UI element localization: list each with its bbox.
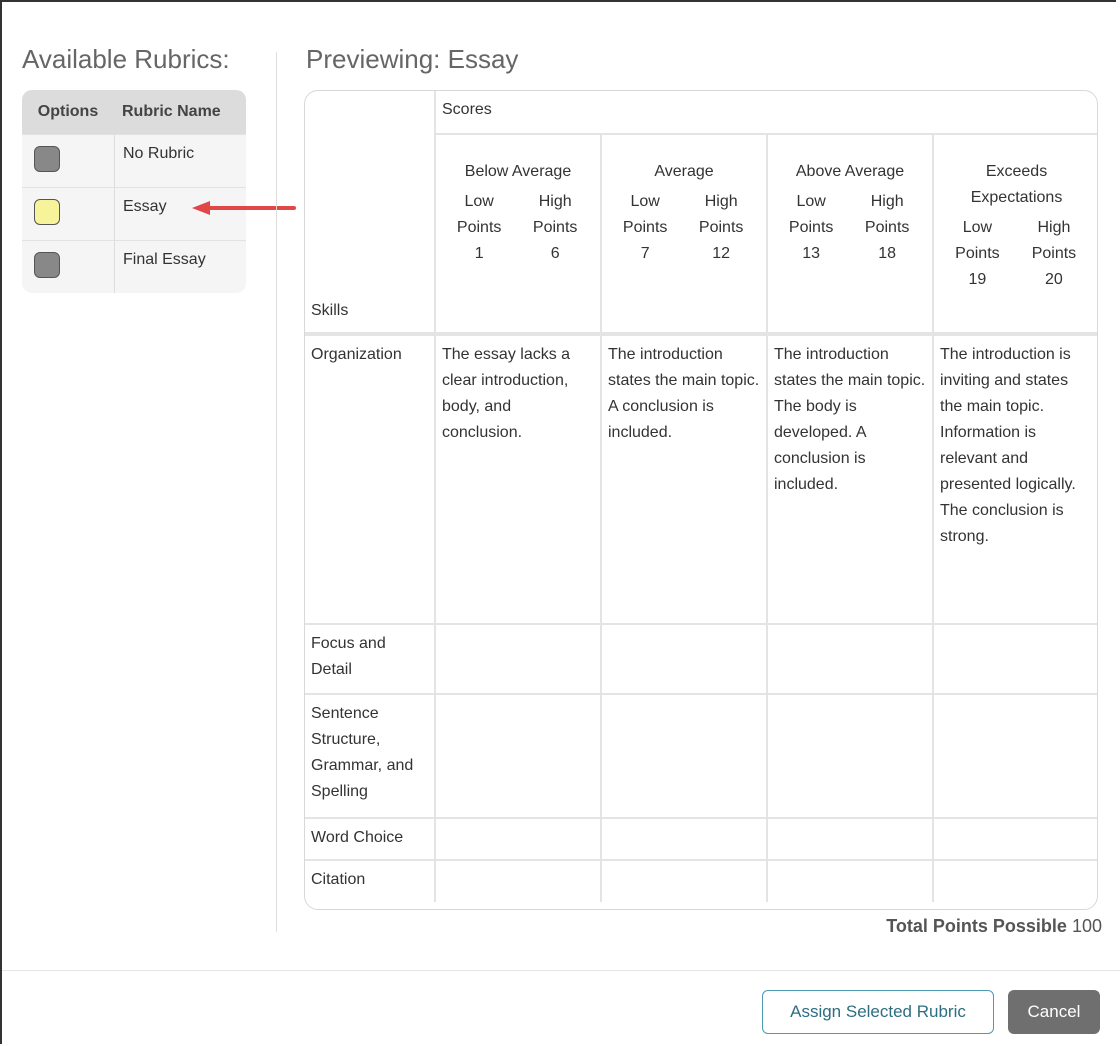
total-points-possible: Total Points Possible 100 [886, 916, 1102, 937]
level-header-below-average: Below Average Low Points 1 High Points 6 [435, 134, 602, 336]
skill-description [435, 694, 602, 819]
rubric-option-cell [22, 241, 115, 293]
skill-description [933, 860, 1097, 902]
skill-description [435, 624, 602, 695]
skill-description [933, 818, 1097, 861]
rubric-row-final-essay[interactable]: Final Essay [22, 240, 246, 293]
available-rubrics-panel: Available Rubrics: Options Rubric Name N… [22, 44, 248, 293]
panel-divider [276, 52, 277, 932]
total-points-value: 100 [1071, 916, 1102, 936]
skill-description [767, 694, 934, 819]
skill-description [767, 860, 934, 902]
assign-selected-rubric-button[interactable]: Assign Selected Rubric [762, 990, 994, 1034]
total-points-label: Total Points Possible [886, 916, 1067, 936]
level-name: Below Average [464, 163, 572, 180]
skill-description [601, 624, 768, 695]
rubric-select-swatch[interactable] [34, 146, 60, 172]
rubric-list: Options Rubric Name No Rubric Essay Fina… [22, 90, 246, 293]
options-column-header: Options [37, 103, 99, 120]
low-points: Low Points 7 [622, 193, 668, 262]
available-rubrics-title: Available Rubrics: [22, 44, 230, 74]
rubric-list-header: Options Rubric Name [22, 90, 246, 134]
rubric-select-swatch[interactable] [34, 199, 60, 225]
skill-name: Focus and Detail [305, 624, 436, 695]
cancel-button[interactable]: Cancel [1008, 990, 1100, 1034]
rubric-name[interactable]: Final Essay [115, 241, 246, 293]
rubric-option-cell [22, 135, 115, 187]
skill-description [601, 694, 768, 819]
skill-name: Organization [305, 334, 436, 625]
skill-description [767, 624, 934, 695]
red-arrow-icon [192, 201, 296, 215]
footer-divider [2, 970, 1120, 971]
level-name: Average [654, 163, 714, 180]
level-name: Exceeds Expectations [970, 163, 1063, 206]
low-points: Low Points 1 [456, 193, 502, 262]
skill-name: Citation [305, 860, 436, 902]
skill-description: The introduction states the main topic. … [767, 334, 934, 625]
skill-description [435, 818, 602, 861]
rubric-name[interactable]: No Rubric [115, 135, 246, 187]
low-points: Low Points 19 [955, 219, 1000, 288]
level-header-above-average: Above Average Low Points 13 High Points 18 [767, 134, 934, 336]
high-points: High Points 18 [864, 193, 910, 262]
rubric-option-cell [22, 188, 115, 240]
skill-description [601, 818, 768, 861]
level-header-exceeds-expectations: Exceeds Expectations Low Points 19 High P… [933, 134, 1097, 336]
rubric-name-column-header: Rubric Name [122, 103, 221, 120]
low-points: Low Points 13 [788, 193, 834, 262]
skill-description: The introduction states the main topic. … [601, 334, 768, 625]
high-points: High Points 20 [1031, 219, 1077, 288]
skill-description [767, 818, 934, 861]
skill-name: Word Choice [305, 818, 436, 861]
rubric-preview-table: Skills Scores Below Average Low Points 1 … [304, 90, 1098, 910]
rubric-select-swatch[interactable] [34, 252, 60, 278]
rubric-row-no-rubric[interactable]: No Rubric [22, 134, 246, 187]
skill-description [933, 624, 1097, 695]
skill-name: Sentence Structure, Grammar, and Spellin… [305, 694, 436, 819]
scores-header: Scores [435, 91, 1097, 135]
preview-title: Previewing: Essay [306, 44, 519, 74]
high-points: High Points 12 [698, 193, 744, 262]
high-points: High Points 6 [532, 193, 578, 262]
skill-description [601, 860, 768, 902]
level-name: Above Average [795, 163, 905, 180]
skill-description [933, 694, 1097, 819]
skills-header: Skills [305, 91, 436, 336]
skill-description [435, 860, 602, 902]
level-header-average: Average Low Points 7 High Points 12 [601, 134, 768, 336]
skill-description: The introduction is inviting and states … [933, 334, 1097, 625]
skill-description: The essay lacks a clear introduction, bo… [435, 334, 602, 625]
